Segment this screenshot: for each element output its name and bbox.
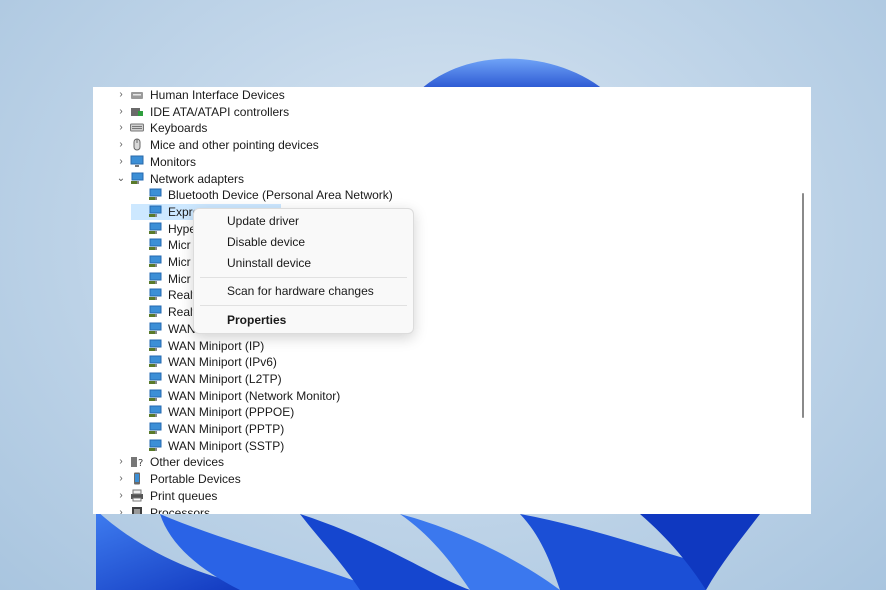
hid-icon	[130, 88, 144, 101]
tree-item-label: WAN	[168, 321, 196, 336]
network-adapter-icon	[148, 188, 162, 201]
network-adapter-icon	[148, 439, 162, 452]
mouse-icon	[130, 138, 144, 151]
context-menu: Update driver Disable device Uninstall d…	[193, 208, 414, 334]
tree-item-label: Realt	[168, 305, 197, 320]
tree-item-label: WAN Miniport (IP)	[168, 338, 265, 353]
tree-item-network-adapter[interactable]: WAN Miniport (IPv6)	[93, 354, 793, 370]
vertical-scrollbar[interactable]	[802, 193, 804, 418]
tree-category-network-adapters[interactable]: ⌄ Network adapters	[93, 171, 793, 187]
tree-item-label: Micr	[168, 238, 191, 253]
menu-separator	[200, 277, 407, 278]
tree-item-label: IDE ATA/ATAPI controllers	[150, 104, 290, 119]
svg-text:?: ?	[138, 458, 143, 468]
tree-item-label: Keyboards	[150, 121, 208, 136]
tree-item-label: WAN Miniport (IPv6)	[168, 355, 277, 370]
chevron-right-icon[interactable]: ›	[116, 505, 126, 515]
tree-category[interactable]: › Portable Devices	[93, 471, 793, 487]
tree-item-label: Hype	[168, 221, 197, 236]
menu-update-driver[interactable]: Update driver	[227, 212, 299, 230]
tree-item-label: Other devices	[150, 455, 225, 470]
menu-properties[interactable]: Properties	[227, 311, 286, 329]
chevron-right-icon[interactable]: ›	[116, 454, 126, 470]
tree-category[interactable]: › IDE ATA/ATAPI controllers	[93, 104, 793, 120]
chevron-right-icon[interactable]: ›	[116, 120, 126, 136]
network-adapter-icon	[148, 205, 162, 218]
menu-scan-hardware[interactable]: Scan for hardware changes	[227, 282, 374, 300]
tree-item-label: Network adapters	[150, 171, 245, 186]
ide-controller-icon	[130, 105, 144, 118]
tree-category[interactable]: › Human Interface Devices	[93, 87, 793, 103]
keyboard-icon	[130, 121, 144, 134]
tree-item-label: WAN Miniport (Network Monitor)	[168, 388, 341, 403]
portable-device-icon	[130, 472, 144, 485]
network-adapter-icon	[148, 255, 162, 268]
network-adapter-icon	[148, 372, 162, 385]
tree-category[interactable]: › Processors	[93, 505, 793, 515]
tree-item-network-adapter[interactable]: WAN Miniport (SSTP)	[93, 438, 793, 454]
tree-item-label: WAN Miniport (PPPOE)	[168, 405, 295, 420]
tree-item-label: Processors	[150, 505, 211, 515]
tree-item-label: Micr	[168, 255, 191, 269]
chevron-down-icon[interactable]: ⌄	[116, 171, 126, 187]
chevron-right-icon[interactable]: ›	[116, 471, 126, 487]
tree-item-label: WAN Miniport (SSTP)	[168, 438, 285, 453]
chevron-right-icon[interactable]: ›	[116, 137, 126, 153]
network-adapter-icon	[148, 405, 162, 418]
tree-item-label: WAN Miniport (PPTP)	[168, 422, 285, 436]
chevron-right-icon[interactable]: ›	[116, 104, 126, 120]
network-adapter-icon	[148, 355, 162, 368]
printer-icon	[130, 489, 144, 502]
tree-item-network-adapter[interactable]: WAN Miniport (PPTP)	[93, 421, 793, 437]
tree-category[interactable]: › Keyboards	[93, 120, 793, 136]
network-adapter-icon	[148, 288, 162, 301]
network-adapter-icon	[148, 272, 162, 285]
network-adapter-icon	[148, 222, 162, 235]
network-adapter-icon	[148, 389, 162, 402]
tree-item-label: Portable Devices	[150, 472, 241, 487]
tree-category[interactable]: › Mice and other pointing devices	[93, 137, 793, 153]
monitor-icon	[130, 155, 144, 168]
unknown-device-icon: ?	[130, 455, 144, 469]
network-adapter-icon	[148, 422, 162, 435]
tree-item-network-adapter[interactable]: Bluetooth Device (Personal Area Network)	[93, 187, 793, 203]
network-adapter-icon	[130, 172, 144, 185]
tree-category[interactable]: ›? Other devices	[93, 454, 793, 470]
tree-category[interactable]: › Print queues	[93, 488, 793, 504]
tree-item-network-adapter[interactable]: WAN Miniport (PPPOE)	[93, 404, 793, 420]
tree-item-label: Mice and other pointing devices	[150, 138, 319, 153]
tree-item-label: Micr	[168, 271, 191, 286]
tree-item-network-adapter[interactable]: WAN Miniport (Network Monitor)	[93, 388, 793, 404]
tree-category[interactable]: › Monitors	[93, 154, 793, 170]
menu-disable-device[interactable]: Disable device	[227, 233, 305, 251]
tree-item-network-adapter[interactable]: WAN Miniport (L2TP)	[93, 371, 793, 387]
tree-item-network-adapter[interactable]: WAN Miniport (IP)	[93, 338, 793, 354]
tree-item-label: Bluetooth Device (Personal Area Network)	[168, 188, 393, 203]
tree-item-label: WAN Miniport (L2TP)	[168, 371, 282, 386]
tree-item-label: Monitors	[150, 154, 197, 169]
network-adapter-icon	[148, 339, 162, 352]
chevron-right-icon[interactable]: ›	[116, 154, 126, 170]
processor-icon	[130, 506, 144, 514]
chevron-right-icon[interactable]: ›	[116, 87, 126, 103]
network-adapter-icon	[148, 238, 162, 251]
chevron-right-icon[interactable]: ›	[116, 488, 126, 504]
tree-item-label: Print queues	[150, 488, 218, 503]
tree-item-label: Human Interface Devices	[150, 88, 285, 102]
menu-uninstall-device[interactable]: Uninstall device	[227, 254, 311, 272]
tree-item-label: Realt	[168, 288, 197, 303]
network-adapter-icon	[148, 305, 162, 318]
menu-separator	[200, 305, 407, 306]
network-adapter-icon	[148, 322, 162, 335]
